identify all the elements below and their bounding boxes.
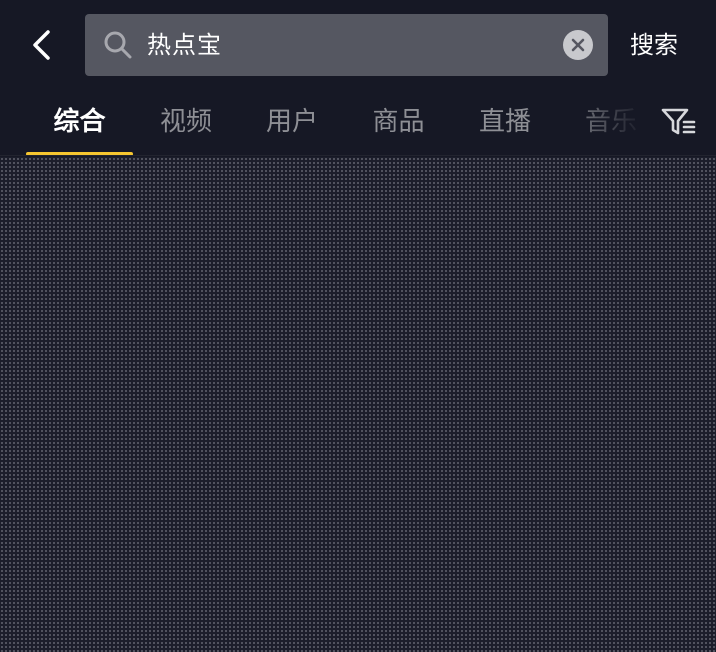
- search-header: 热点宝 搜索: [0, 0, 716, 90]
- tab-live[interactable]: 直播: [452, 90, 558, 154]
- search-query-text[interactable]: 热点宝: [147, 14, 222, 76]
- tab-products[interactable]: 商品: [345, 90, 452, 154]
- filter-icon[interactable]: [660, 106, 696, 138]
- tabs-divider: [0, 155, 716, 156]
- search-button[interactable]: 搜索: [630, 18, 678, 72]
- search-results-screen: 热点宝 搜索 综合 视频 用户 商品 直播 音乐: [0, 0, 716, 652]
- tab-video[interactable]: 视频: [133, 90, 239, 154]
- chevron-left-icon: [33, 30, 50, 60]
- tab-users[interactable]: 用户: [239, 90, 345, 154]
- search-icon: [104, 31, 132, 59]
- search-input[interactable]: 热点宝: [85, 14, 608, 76]
- clear-icon: [571, 38, 585, 52]
- back-button[interactable]: [22, 24, 62, 66]
- results-loading-area: [0, 157, 716, 652]
- tab-comprehensive[interactable]: 综合: [26, 90, 133, 154]
- result-category-tabs: 综合 视频 用户 商品 直播 音乐: [0, 90, 716, 156]
- clear-search-button[interactable]: [563, 30, 593, 60]
